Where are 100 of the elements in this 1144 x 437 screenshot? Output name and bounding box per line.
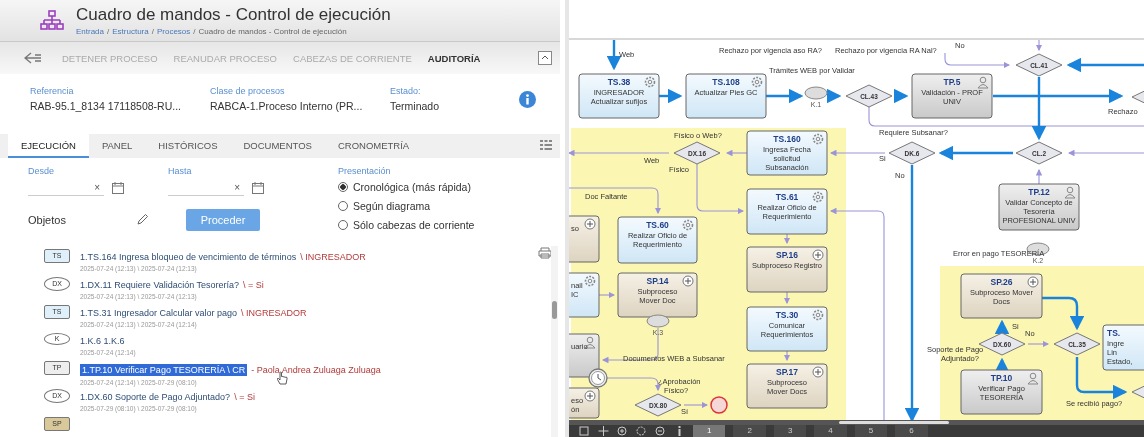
connector-arrow xyxy=(783,350,791,362)
step-title[interactable]: 1.DX.60 Soporte de Pago Adjuntado? xyxy=(80,392,231,402)
radio-label[interactable]: Según diagrama xyxy=(353,199,431,212)
page-tab[interactable]: 3 xyxy=(773,425,807,437)
gear-icon xyxy=(812,191,824,203)
subprocess-box[interactable] xyxy=(569,387,600,419)
step-title[interactable]: 1.TP.10 Verificar Pago TESORERÍA \ CR xyxy=(80,364,248,376)
connector-arrow xyxy=(598,291,616,299)
gear-icon xyxy=(812,309,824,321)
zoom-out-icon[interactable] xyxy=(655,426,666,436)
tab[interactable]: PANEL xyxy=(88,134,146,158)
page-tab[interactable]: 4 xyxy=(814,425,847,437)
plus-icon xyxy=(812,366,824,378)
page-tab[interactable]: 5 xyxy=(854,425,888,437)
radio-button[interactable] xyxy=(338,219,348,230)
vertical-scrollbar[interactable] xyxy=(551,246,558,437)
node-id: SP.16 xyxy=(775,250,799,260)
tab[interactable]: HISTÓRICOS xyxy=(145,134,231,158)
task-box[interactable] xyxy=(746,306,828,352)
task-box[interactable] xyxy=(617,216,698,264)
subprocess-box[interactable] xyxy=(569,215,600,263)
field-label: Estado: xyxy=(390,86,422,96)
gear-icon xyxy=(682,219,694,231)
node-id: TS.108 xyxy=(712,77,740,87)
task-box[interactable] xyxy=(746,188,828,235)
user-box[interactable] xyxy=(569,333,600,378)
radio-label[interactable]: Cronológica (más rápida) xyxy=(353,180,471,193)
user-box[interactable] xyxy=(960,369,1043,415)
event-ellipse xyxy=(804,86,828,100)
tab[interactable]: DOCUMENTOS xyxy=(230,134,325,158)
step-actor: \ = Si xyxy=(243,280,264,290)
step-title[interactable]: 1.K.6 1.K.6 xyxy=(80,336,125,346)
tab[interactable]: EJECUCIÓN xyxy=(8,134,89,158)
tab[interactable]: CRONOMETRÍA xyxy=(324,134,423,158)
gateway-diamond xyxy=(1053,332,1101,356)
subprocess-box[interactable] xyxy=(960,273,1043,319)
radio-button[interactable] xyxy=(338,181,348,192)
subprocess-box[interactable] xyxy=(617,272,698,318)
connector-arrow xyxy=(1027,340,1050,348)
task-box[interactable] xyxy=(685,73,767,119)
field-value: RAB-95.1_8134 17118508-RU... xyxy=(30,100,182,112)
horizontal-scrollbar[interactable] xyxy=(569,420,1144,425)
step-title[interactable]: 1.TS.31 Ingresador Calcular valor pago xyxy=(80,308,238,318)
page-tab[interactable]: 2 xyxy=(733,425,766,437)
node-id: TS.160 xyxy=(773,134,801,144)
breadcrumb-link[interactable]: Estructura xyxy=(112,27,149,36)
date-field[interactable]: × xyxy=(28,179,104,196)
page-tab[interactable]: 6 xyxy=(895,425,928,437)
connector-arrow xyxy=(1035,40,1043,52)
step-title[interactable]: 1.DX.11 Requiere Validación Tesorería? xyxy=(80,280,240,290)
gear-icon xyxy=(812,133,824,145)
pencil-icon[interactable] xyxy=(135,213,149,226)
field-label: Referencia xyxy=(30,86,75,96)
clear-glyph[interactable]: × xyxy=(94,181,100,193)
user-box[interactable] xyxy=(998,183,1080,231)
gear-icon xyxy=(751,76,763,88)
field-value: RABCA-1.Proceso Interno (PR... xyxy=(210,100,364,112)
breadcrumb-link[interactable]: Entrada xyxy=(76,27,105,36)
collapse-icon[interactable] xyxy=(538,51,552,65)
gear-icon xyxy=(644,76,656,88)
columns-icon[interactable] xyxy=(540,139,552,153)
node-id: TS.30 xyxy=(775,310,799,320)
toolbar-action[interactable]: AUDITORÍA xyxy=(421,49,487,67)
subprocess-box[interactable] xyxy=(746,246,828,293)
connector-arrow xyxy=(766,88,804,104)
calendar-icon[interactable] xyxy=(252,181,264,194)
task-box[interactable] xyxy=(569,272,600,318)
task-box[interactable] xyxy=(1102,324,1144,371)
step-actor: - Paola Andrea Zuluaga Zuluaga xyxy=(251,365,381,375)
zoom-in-icon[interactable] xyxy=(617,426,628,436)
step-title[interactable]: 1.TS.164 Ingresa bloqueo de vencimiento de términos xyxy=(80,252,297,262)
back-arrow-icon[interactable] xyxy=(24,52,42,64)
clear-glyph[interactable]: × xyxy=(234,181,240,193)
move-icon[interactable] xyxy=(598,426,609,436)
node-id: TS. xyxy=(1107,328,1121,338)
event-ellipse xyxy=(646,314,670,328)
gear-icon xyxy=(584,275,596,287)
step-actor: \ = Si xyxy=(234,392,255,402)
breadcrumb-separator: / xyxy=(107,27,110,36)
calendar-icon[interactable] xyxy=(112,181,124,194)
radio-label[interactable]: Sólo cabezas de corriente xyxy=(353,218,475,231)
connector-arrow xyxy=(994,319,1010,334)
info-icon[interactable] xyxy=(519,90,536,108)
task-box[interactable] xyxy=(578,73,660,119)
select-icon[interactable] xyxy=(579,426,590,436)
task-box[interactable] xyxy=(746,130,828,176)
page-tab[interactable]: 1 xyxy=(693,425,726,437)
plus-icon xyxy=(584,390,596,402)
user-box[interactable] xyxy=(911,73,993,119)
breadcrumb-link[interactable]: Procesos xyxy=(156,27,191,36)
date-field[interactable]: × xyxy=(168,179,244,196)
field-label: Desde xyxy=(28,166,55,176)
clock-icon xyxy=(588,368,608,388)
printer-icon[interactable] xyxy=(538,247,552,259)
breadcrumb-separator: / xyxy=(193,27,196,36)
fit-icon[interactable] xyxy=(636,426,647,436)
connector-arrow xyxy=(829,149,886,157)
radio-button[interactable] xyxy=(338,200,348,211)
subprocess-box[interactable] xyxy=(746,363,828,409)
node-id: TP.10 xyxy=(990,373,1013,383)
